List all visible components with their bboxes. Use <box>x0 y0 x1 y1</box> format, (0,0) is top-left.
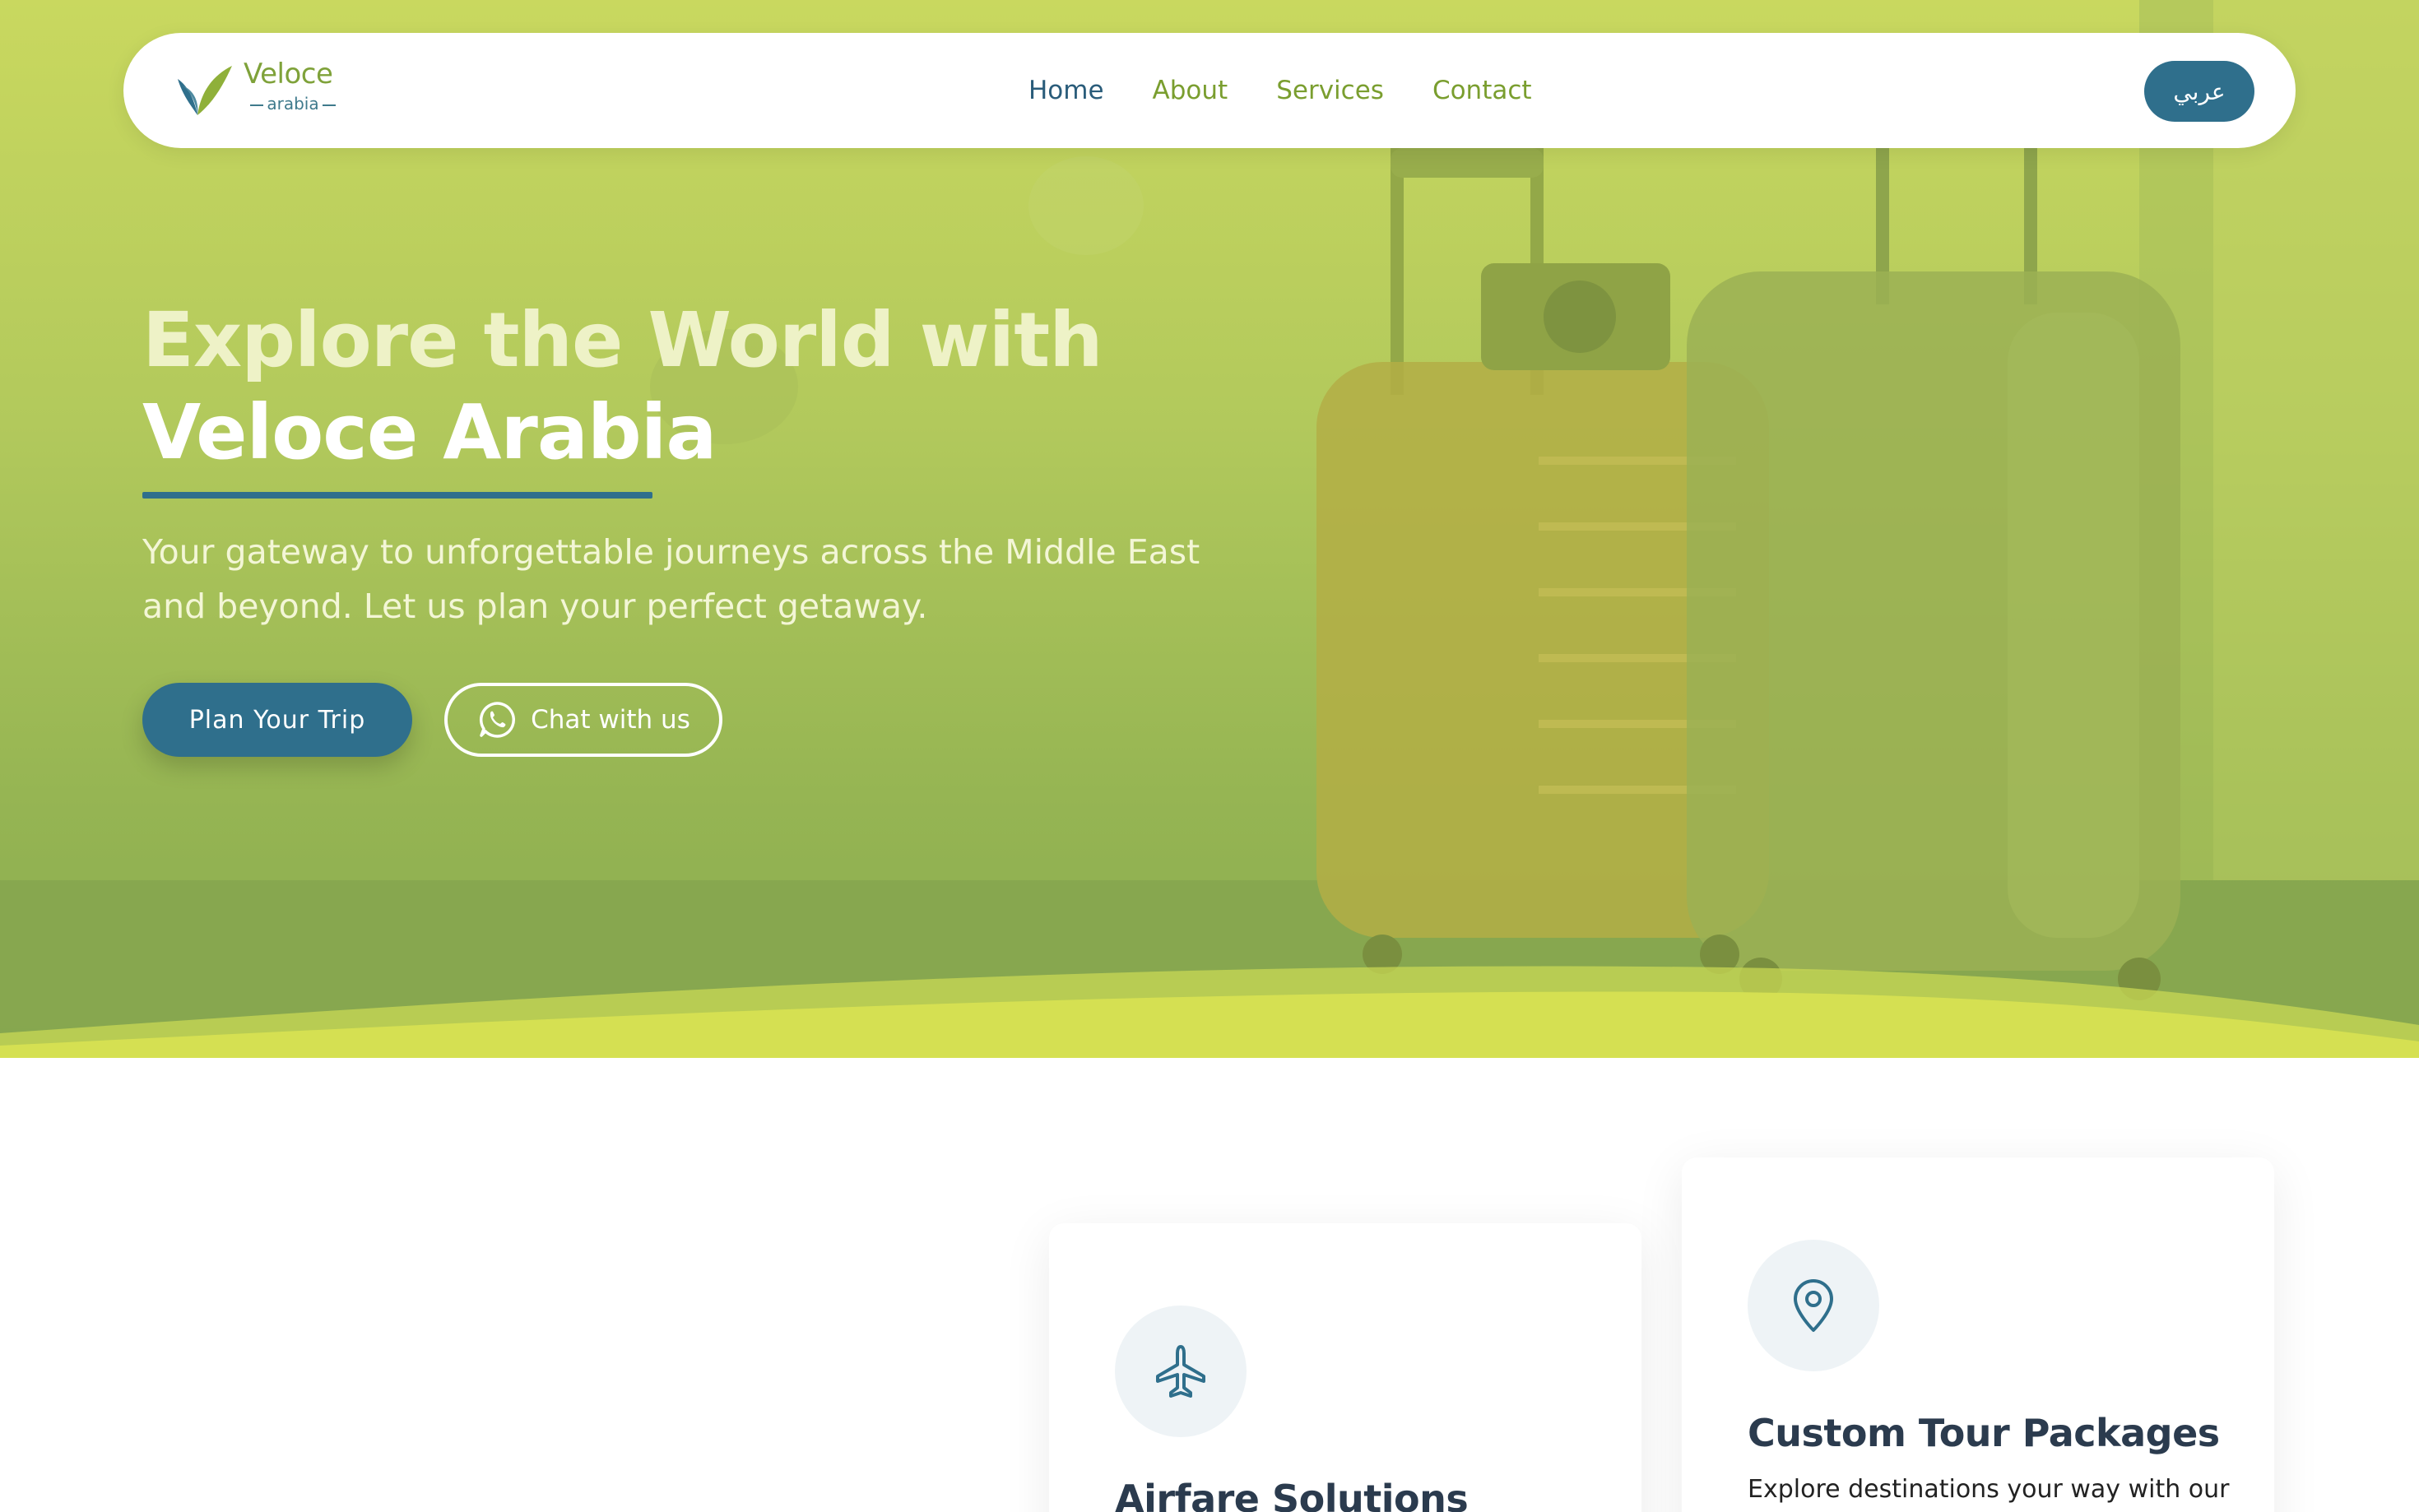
icon-circle <box>1115 1306 1247 1437</box>
plan-trip-button[interactable]: Plan Your Trip <box>142 683 412 757</box>
nav-link-home[interactable]: Home <box>1028 76 1104 105</box>
service-card-airfare[interactable]: Airfare Solutions <box>1049 1223 1641 1512</box>
navbar: Veloce arabia Home About Services Contac… <box>123 33 2296 148</box>
hero-wave <box>0 966 2419 1058</box>
service-card-tours[interactable]: Custom Tour Packages Explore destination… <box>1682 1157 2274 1512</box>
card-title: Custom Tour Packages <box>1748 1411 2220 1455</box>
hero-title-line1: Explore the World with <box>142 296 1103 384</box>
hero-section: Veloce arabia Home About Services Contac… <box>0 0 2419 1058</box>
card-description: Explore destinations your way with our <box>1748 1475 2230 1504</box>
hero-title-line2: Veloce Arabia <box>142 388 717 476</box>
title-underline <box>142 492 652 499</box>
logo-leaf-icon <box>178 66 232 115</box>
page: Veloce arabia Home About Services Contac… <box>0 0 2419 1512</box>
chat-with-us-button[interactable]: Chat with us <box>444 683 722 757</box>
chat-button-label: Chat with us <box>531 705 690 735</box>
hero-title: Explore the World with Veloce Arabia <box>142 295 1294 479</box>
airplane-icon <box>1156 1345 1205 1398</box>
nav-link-services[interactable]: Services <box>1276 76 1384 105</box>
map-pin-icon <box>1794 1279 1833 1332</box>
main-nav: Home About Services Contact <box>1028 33 1581 148</box>
hero-subtitle: Your gateway to unforgettable journeys a… <box>142 532 1200 626</box>
logo-name: Veloce <box>244 58 333 90</box>
icon-circle <box>1748 1240 1879 1371</box>
nav-link-about[interactable]: About <box>1153 76 1228 105</box>
language-toggle-button[interactable]: عربي <box>2144 61 2254 122</box>
nav-link-contact[interactable]: Contact <box>1432 76 1532 105</box>
brand-logo[interactable]: Veloce arabia <box>173 58 387 123</box>
logo-subtitle: arabia <box>244 94 342 114</box>
whatsapp-icon <box>480 702 516 738</box>
card-title: Airfare Solutions <box>1115 1477 1469 1512</box>
